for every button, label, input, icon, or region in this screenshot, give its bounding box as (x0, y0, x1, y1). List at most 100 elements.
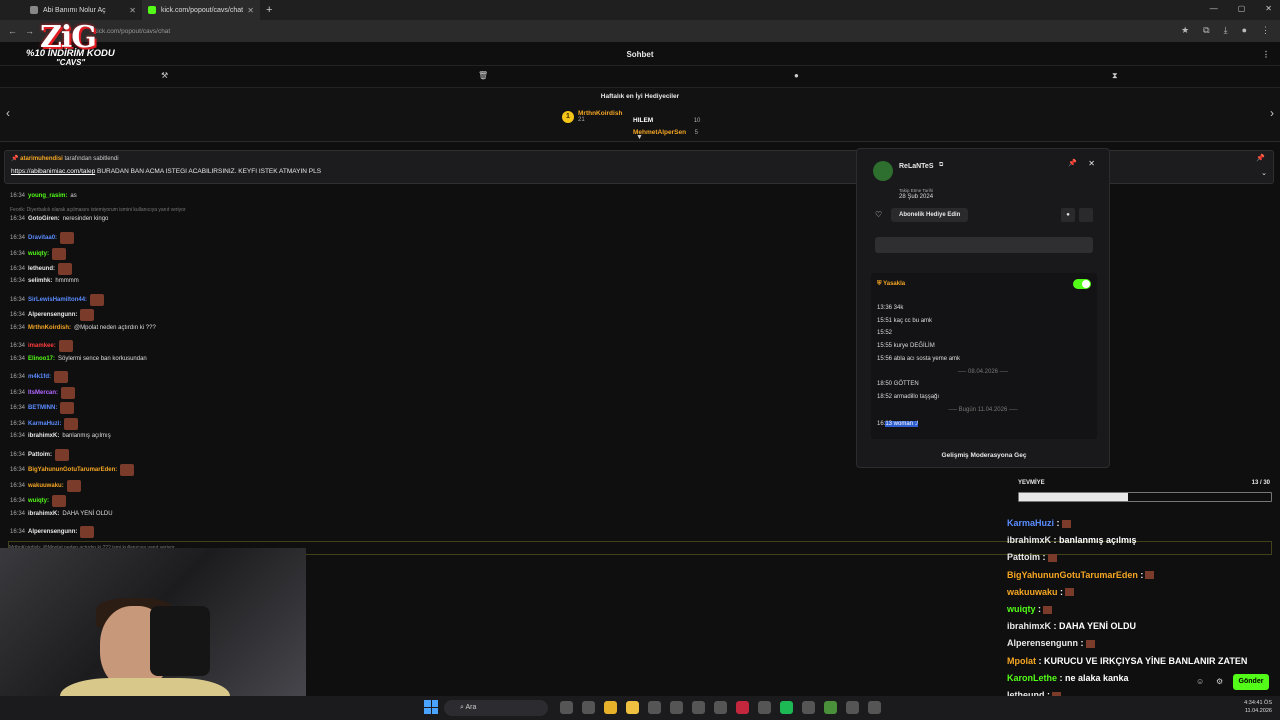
chat-message[interactable]: 16:34 young_rasim: as (10, 193, 77, 199)
app-icon[interactable] (802, 701, 815, 714)
hourglass-icon[interactable]: ⧗ (1112, 71, 1118, 81)
chat-username[interactable]: Alperensengunn: (28, 529, 77, 535)
app-icon[interactable] (846, 701, 859, 714)
chat-username[interactable]: wakuuwaku: (28, 483, 64, 489)
chat-message[interactable]: 16:34 BETMINN: (10, 402, 75, 414)
chat-message[interactable]: 16:34 BigYahununGotuTarumarEden: (10, 464, 135, 476)
chat-username[interactable]: letheund: (28, 266, 55, 272)
chat-message[interactable]: 16:34 Pattoim: (10, 449, 70, 461)
app-icon[interactable] (582, 701, 595, 714)
pin-icon[interactable]: 📌 (1068, 159, 1077, 167)
app-icon[interactable] (868, 701, 881, 714)
chat-username[interactable]: ItsMercan: (28, 390, 58, 396)
chat-username[interactable]: m4k1fd: (28, 374, 51, 380)
download-icon[interactable]: ⤓ (1224, 25, 1228, 36)
chat-message[interactable]: 16:34 Alperensengunn: (10, 526, 95, 538)
folder-icon[interactable] (626, 701, 639, 714)
chat-username[interactable]: young_rasim: (28, 193, 67, 199)
chat-username[interactable]: Dravitaa0: (28, 235, 57, 241)
browser-tab-1[interactable]: Abi Banımı Nolur Aç ✕ (24, 0, 142, 20)
close-window-icon[interactable]: ✕ (1265, 4, 1272, 13)
chat-message[interactable]: 16:34 m4k1fd: (10, 371, 69, 383)
chat-username[interactable]: wuiqty: (28, 498, 49, 504)
chevron-down-icon[interactable]: ▼ (636, 134, 643, 141)
chat-username[interactable]: Alperensengunn: (28, 312, 77, 318)
system-clock[interactable]: 4:34:41 ÖS 11.04.2026 (1244, 699, 1272, 715)
gear-icon[interactable]: ⚙ (1216, 677, 1223, 686)
chat-message[interactable]: 16:34 letheund: (10, 263, 73, 275)
spotify-icon[interactable] (780, 701, 793, 714)
emote-icon[interactable]: ☺ (1196, 677, 1204, 686)
app-icon[interactable] (714, 701, 727, 714)
chat-message[interactable]: 16:34 wakuuwaku: (10, 480, 81, 492)
chat-message[interactable]: 16:34 GotoGiren: neresinden kingo (10, 216, 108, 222)
chat-username[interactable]: GotoGiren: (28, 216, 60, 222)
close-icon[interactable]: ✕ (129, 6, 136, 15)
chat-message[interactable]: 16:34 ibrahimxK: DAHA YENİ OLDU (10, 511, 113, 517)
trash-icon[interactable]: 🗑 (478, 71, 488, 80)
send-button[interactable]: Gönder (1233, 674, 1269, 690)
chat-username[interactable]: Pattoim: (28, 452, 52, 458)
chat-message[interactable]: 16:34 Elinoo17: Söylermi sence ban korkusu… (10, 356, 147, 362)
app-icon[interactable] (692, 701, 705, 714)
chevron-down-icon[interactable]: ⌄ (1261, 169, 1267, 177)
extensions-icon[interactable]: ⧉ (1203, 25, 1209, 36)
chat-username[interactable]: MrthnKoirdish: (28, 325, 71, 331)
chat-username[interactable]: KarmaHuzi: (28, 421, 61, 427)
taskbar-search[interactable]: ⌕ Ara (444, 700, 548, 716)
chat-username[interactable]: ibrahimxK: (28, 511, 59, 517)
chat-message[interactable]: 16:34 SirLewisHamilton44: (10, 294, 105, 306)
chat-message[interactable]: 16:34 KarmaHuzi: (10, 418, 79, 430)
chat-username[interactable]: wuiqty: (28, 251, 49, 257)
windows-start-icon[interactable] (424, 700, 438, 714)
chrome-icon[interactable] (604, 701, 617, 714)
gift-sub-button[interactable]: Abonelik Hediye Edin (891, 208, 969, 222)
close-icon[interactable]: ✕ (1088, 159, 1095, 168)
chat-message[interactable]: 16:34 Dravitaa0: (10, 232, 75, 244)
chat-message[interactable]: 16:34 ItsMercan: (10, 387, 76, 399)
profile-icon[interactable]: ● (1242, 25, 1247, 36)
star-icon[interactable]: ★ (1181, 25, 1189, 36)
chat-username[interactable]: ibrahimxK: (28, 433, 59, 439)
more-icon[interactable] (1079, 208, 1093, 222)
chat-message[interactable]: 16:34 ibrahimxK: banlanmış açılmış (10, 433, 111, 439)
app-icon[interactable] (758, 701, 771, 714)
chat-username[interactable]: imamkee: (28, 343, 56, 349)
minimize-icon[interactable]: — (1210, 4, 1218, 13)
chat-message[interactable]: 16:34 selimhk: hmmmm (10, 278, 79, 284)
chat-message[interactable]: 16:34 wuiqty: (10, 495, 67, 507)
chat-message[interactable]: 16:34 imamkee: (10, 340, 73, 352)
mute-icon[interactable]: ● (1061, 208, 1075, 222)
chat-bubble-icon[interactable]: ● (794, 71, 799, 80)
pin-icon[interactable]: 📌 (1256, 154, 1265, 162)
browser-tab-2[interactable]: kick.com/popout/cavs/chat ✕ (142, 0, 260, 20)
chat-username[interactable]: Elinoo17: (28, 356, 55, 362)
chat-username[interactable]: BigYahununGotuTarumarEden: (28, 467, 117, 473)
app-icon[interactable] (736, 701, 749, 714)
close-icon[interactable]: ✕ (247, 6, 254, 15)
copy-icon[interactable]: ⧉ (939, 162, 943, 169)
chat-message[interactable]: 16:34 Alperensengunn: (10, 309, 95, 321)
chat-username[interactable]: BETMINN: (28, 405, 57, 411)
maximize-icon[interactable]: ▢ (1238, 4, 1246, 13)
advanced-moderation-button[interactable]: Gelişmiş Moderasyona Geç (857, 452, 1111, 459)
app-icon[interactable] (670, 701, 683, 714)
mod-note-input[interactable] (875, 237, 1093, 253)
chat-username[interactable]: selimhk: (28, 278, 52, 284)
new-tab-icon[interactable]: + (266, 4, 272, 16)
chat-username[interactable]: SirLewisHamilton44: (28, 297, 87, 303)
more-options-icon[interactable]: ⋮ (1262, 44, 1270, 66)
chat-message[interactable]: 16:34 wuiqty: (10, 248, 67, 260)
chat-message[interactable]: 16:34 MrthnKoirdish: @Mpolat neden açtırdı… (10, 325, 156, 331)
ban-toggle[interactable] (1073, 279, 1091, 289)
hammer-icon[interactable]: ⚒ (161, 71, 168, 80)
heart-icon[interactable]: ♡ (875, 210, 882, 219)
back-icon[interactable]: ← (8, 26, 17, 36)
chrome-icon[interactable] (824, 701, 837, 714)
menu-icon[interactable]: ⋮ (1261, 25, 1270, 36)
app-icon[interactable] (560, 701, 573, 714)
chevron-right-icon[interactable]: › (1270, 106, 1274, 120)
pinned-link[interactable]: https://abibanimiac.com/talep (11, 168, 95, 175)
chevron-left-icon[interactable]: ‹ (6, 106, 10, 120)
app-icon[interactable] (648, 701, 661, 714)
